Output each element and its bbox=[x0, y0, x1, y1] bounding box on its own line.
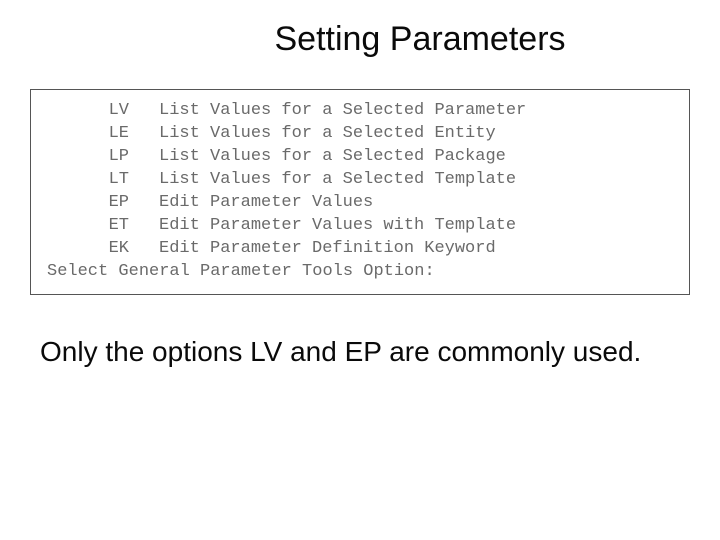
menu-row: LP List Values for a Selected Package bbox=[39, 146, 681, 169]
menu-desc: Edit Parameter Definition Keyword bbox=[159, 238, 681, 261]
menu-row: EK Edit Parameter Definition Keyword bbox=[39, 238, 681, 261]
menu-code: LT bbox=[39, 169, 159, 192]
menu-row: ET Edit Parameter Values with Template bbox=[39, 215, 681, 238]
menu-code: EP bbox=[39, 192, 159, 215]
parameter-menu-box: LV List Values for a Selected Parameter … bbox=[30, 89, 690, 295]
menu-desc: List Values for a Selected Template bbox=[159, 169, 681, 192]
menu-code: ET bbox=[39, 215, 159, 238]
menu-desc: Edit Parameter Values bbox=[159, 192, 681, 215]
menu-desc: List Values for a Selected Parameter bbox=[159, 100, 681, 123]
menu-code: EK bbox=[39, 238, 159, 261]
menu-row: LE List Values for a Selected Entity bbox=[39, 123, 681, 146]
menu-code: LP bbox=[39, 146, 159, 169]
body-text: Only the options LV and EP are commonly … bbox=[40, 335, 680, 369]
menu-desc: Edit Parameter Values with Template bbox=[159, 215, 681, 238]
menu-prompt: Select General Parameter Tools Option: bbox=[39, 261, 681, 284]
slide-title: Setting Parameters bbox=[0, 0, 720, 59]
menu-desc: List Values for a Selected Package bbox=[159, 146, 681, 169]
menu-row: LT List Values for a Selected Template bbox=[39, 169, 681, 192]
menu-row: EP Edit Parameter Values bbox=[39, 192, 681, 215]
menu-code: LV bbox=[39, 100, 159, 123]
menu-desc: List Values for a Selected Entity bbox=[159, 123, 681, 146]
menu-code: LE bbox=[39, 123, 159, 146]
menu-row: LV List Values for a Selected Parameter bbox=[39, 100, 681, 123]
